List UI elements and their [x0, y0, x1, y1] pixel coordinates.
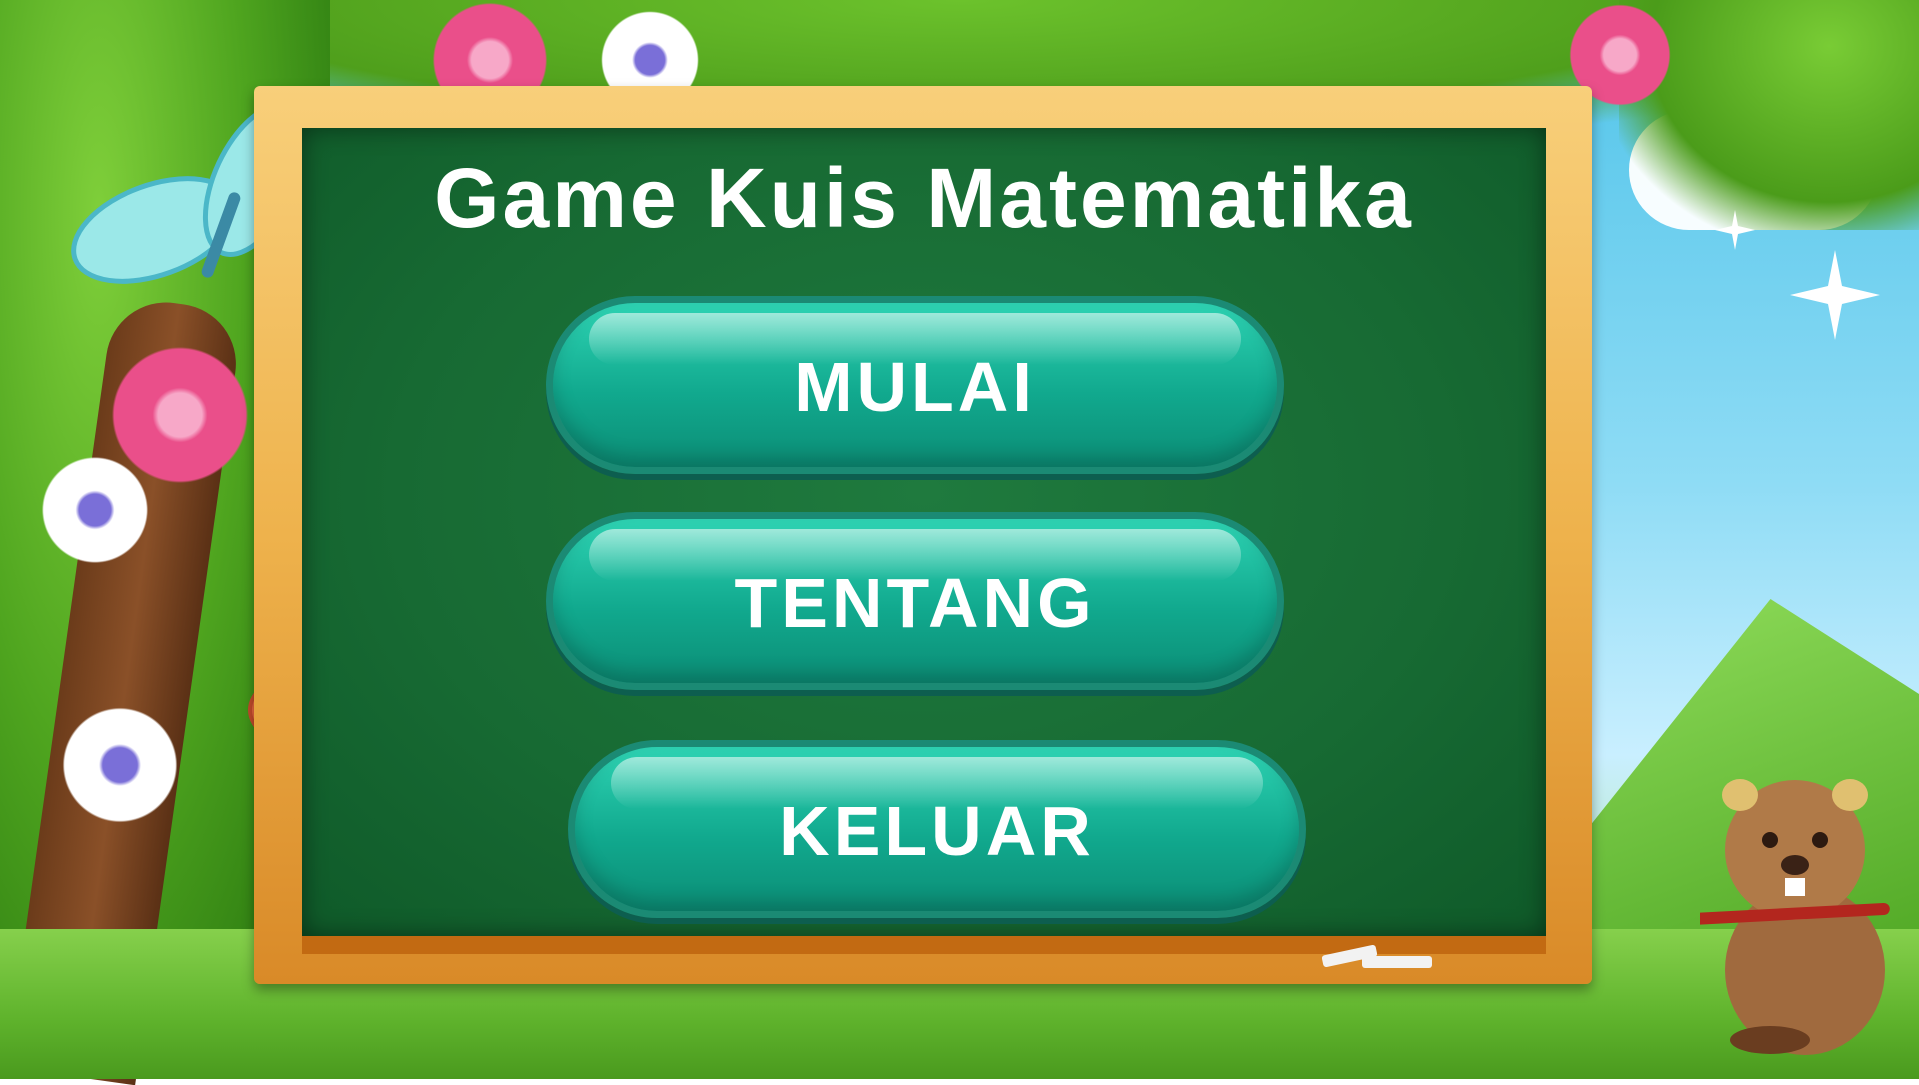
- about-button[interactable]: TENTANG: [546, 512, 1284, 690]
- about-button-label: TENTANG: [734, 564, 1096, 642]
- star-icon: [1790, 250, 1880, 340]
- game-title: Game Kuis Matematika: [434, 151, 1414, 245]
- exit-button[interactable]: KELUAR: [568, 740, 1306, 918]
- game-scene: Game Kuis Matematika MULAI TENTANG KELUA…: [0, 0, 1919, 1085]
- start-button[interactable]: MULAI: [546, 296, 1284, 474]
- beaver-icon: [1700, 779, 1890, 1055]
- flower-icon: [30, 450, 160, 570]
- flower-icon: [50, 700, 190, 830]
- exit-button-label: KELUAR: [779, 792, 1095, 870]
- start-button-label: MULAI: [794, 348, 1036, 426]
- chalk-icon: [1362, 956, 1432, 968]
- star-icon: [1715, 210, 1755, 250]
